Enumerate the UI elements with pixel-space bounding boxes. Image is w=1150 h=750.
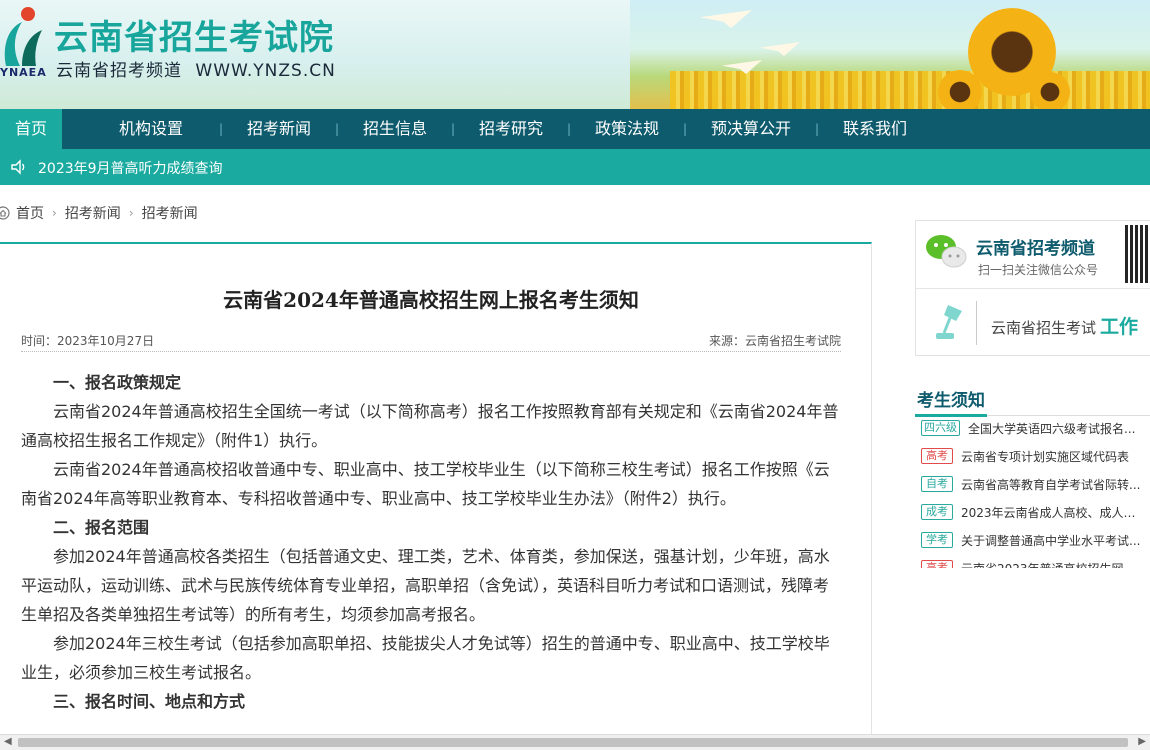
work-link-label: 云南省招生考试 — [991, 319, 1097, 337]
article-source: 来源：云南省招生考试院 — [708, 334, 841, 348]
lamp-icon — [936, 305, 962, 339]
sunflower-graphic — [938, 70, 982, 109]
nav-separator: | — [566, 122, 572, 136]
section-underline — [915, 414, 987, 417]
section-heading: 一、报名政策规定 — [53, 373, 182, 392]
news-list-track: 四六级 全国大学英语四六级考试报名... 高考 云南省专项计划实施区域代码表 自考 云南省… — [915, 418, 1150, 568]
site-subtitle-name: 云南省招考频道 — [56, 61, 182, 81]
news-list: 四六级 全国大学英语四六级考试报名... 高考 云南省专项计划实施区域代码表 自考 云南省… — [915, 418, 1150, 568]
scroll-right-icon[interactable]: ▶ — [1138, 736, 1146, 747]
home-icon — [0, 206, 10, 220]
banner-sunflower-field — [670, 71, 1150, 109]
news-list-item[interactable]: 学考 关于调整普通高中学业水平考试... — [915, 526, 1150, 554]
nav-separator: | — [682, 122, 688, 136]
nav-item-budget[interactable]: 预决算公开 — [704, 109, 798, 149]
news-list-item[interactable]: 自考 云南省高等教育自学考试省际转... — [915, 470, 1150, 498]
news-title[interactable]: 云南省专项计划实施区域代码表 — [961, 448, 1141, 465]
main-nav: 首页 机构设置 | 招考新闻 | 招生信息 | 招考研究 | 政策法规 | 预决… — [0, 109, 1150, 149]
nav-separator: | — [334, 122, 340, 136]
chevron-right-icon: › — [52, 206, 57, 220]
category-tag: 四六级 — [921, 420, 960, 436]
nav-item-contact[interactable]: 联系我们 — [836, 109, 914, 149]
category-tag: 学考 — [921, 532, 953, 548]
article-title-part: 年普通高校招生网上报名考生须知 — [338, 288, 639, 312]
sunflower-graphic — [1030, 72, 1070, 109]
section-heading: 三、报名时间、地点和方式 — [53, 692, 246, 711]
notice-bar: 2023年9月普高听力成绩查询 — [0, 149, 1150, 185]
nav-separator: | — [450, 122, 456, 136]
divider — [976, 301, 977, 345]
news-list-item[interactable]: 高考 云南省专项计划实施区域代码表 — [915, 442, 1150, 470]
qr-code-icon — [1125, 225, 1150, 283]
nav-item-org[interactable]: 机构设置 — [100, 109, 202, 149]
nav-item-admission[interactable]: 招生信息 — [356, 109, 434, 149]
news-title[interactable]: 关于调整普通高中学业水平考试... — [961, 532, 1141, 549]
wechat-promo[interactable]: 云南省招考频道 扫一扫关注微信公众号 — [916, 221, 1150, 289]
news-list-item[interactable]: 成考 2023年云南省成人高校、成人中... — [915, 498, 1150, 526]
paragraph: 云南省2024年普通高校招收普通中专、职业高中、技工学校毕业生（以下简称三校生考… — [21, 460, 830, 508]
category-tag: 高考 — [921, 560, 953, 568]
nav-separator: | — [218, 122, 224, 136]
news-title[interactable]: 云南省2023年普通高校招生网上... — [961, 560, 1141, 569]
site-subtitle: 云南省招考频道 WWW.YNZS.CN — [56, 56, 336, 81]
scroll-left-icon[interactable]: ◀ — [4, 736, 12, 747]
category-tag: 高考 — [921, 448, 953, 464]
nav-item-home[interactable]: 首页 — [0, 109, 62, 149]
article-body: 一、报名政策规定 云南省2024年普通高校招生全国统一考试（以下简称高考）报名工… — [21, 368, 843, 716]
breadcrumb-current[interactable]: 招考新闻 — [142, 203, 198, 223]
paragraph: 参加2024年三校生考试（包括参加高职单招、技能拔尖人才免试等）招生的普通中专、… — [21, 634, 830, 682]
article-meta: 时间：2023年10月27日 来源：云南省招生考试院 — [21, 332, 841, 352]
chevron-right-icon: › — [128, 206, 134, 220]
work-link[interactable]: 云南省招生考试 工作 — [991, 312, 1138, 339]
article-title-year: 2024 — [283, 288, 339, 312]
category-tag: 自考 — [921, 476, 953, 492]
article-time: 时间：2023年10月27日 — [21, 334, 155, 348]
paragraph: 参加2024年普通高校各类招生（包括普通文史、理工类，艺术、体育类，参加保送，强… — [21, 547, 830, 624]
breadcrumb: 首页 › 招考新闻 › 招考新闻 — [0, 203, 198, 223]
news-title[interactable]: 云南省高等教育自学考试省际转... — [961, 476, 1141, 493]
breadcrumb-news[interactable]: 招考新闻 — [65, 203, 121, 223]
wechat-icon — [926, 235, 967, 268]
sidebar-promo-box: 云南省招考频道 扫一扫关注微信公众号 云南省招生考试 工作 — [915, 220, 1150, 356]
logo-text: YNAEA — [0, 66, 47, 79]
paragraph: 云南省2024年普通高校招生全国统一考试（以下简称高考）报名工作按照教育部有关规… — [21, 402, 839, 450]
nav-item-policy[interactable]: 政策法规 — [588, 109, 666, 149]
nav-item-research[interactable]: 招考研究 — [472, 109, 550, 149]
news-title[interactable]: 全国大学英语四六级考试报名... — [968, 420, 1148, 437]
article-title-part: 云南省 — [223, 288, 284, 312]
speaker-icon — [11, 159, 25, 175]
news-list-item[interactable]: 高考云南省2023年普通高校招生网上... — [915, 554, 1150, 568]
nav-separator: | — [814, 122, 820, 136]
site-url[interactable]: WWW.YNZS.CN — [195, 61, 335, 81]
article-card: 云南省2024年普通高校招生网上报名考生须知 时间：2023年10月27日 来源… — [0, 242, 872, 750]
sidebar-section-header: 考生须知 — [915, 382, 1150, 417]
sidebar-section-title: 考生须知 — [917, 391, 985, 411]
horizontal-scrollbar[interactable]: ◀ ▶ — [0, 734, 1150, 750]
notice-link[interactable]: 2023年9月普高听力成绩查询 — [38, 158, 223, 178]
site-title[interactable]: 云南省招生考试院 — [54, 10, 334, 59]
work-link-highlight: 工作 — [1100, 316, 1139, 338]
news-list-item[interactable]: 四六级 全国大学英语四六级考试报名... — [915, 418, 1150, 442]
breadcrumb-home[interactable]: 首页 — [16, 203, 44, 223]
nav-item-news[interactable]: 招考新闻 — [240, 109, 318, 149]
wechat-subtitle: 扫一扫关注微信公众号 — [978, 263, 1099, 277]
article-title: 云南省2024年普通高校招生网上报名考生须知 — [0, 284, 862, 313]
scrollbar-thumb[interactable] — [18, 738, 1128, 747]
category-tag: 成考 — [921, 504, 953, 520]
section-heading: 二、报名范围 — [53, 518, 150, 537]
news-title[interactable]: 2023年云南省成人高校、成人中... — [961, 504, 1141, 521]
wechat-title: 云南省招考频道 — [976, 239, 1095, 259]
header-banner: YNAEA 云南省招生考试院 云南省招考频道 WWW.YNZS.CN — [0, 0, 1150, 109]
